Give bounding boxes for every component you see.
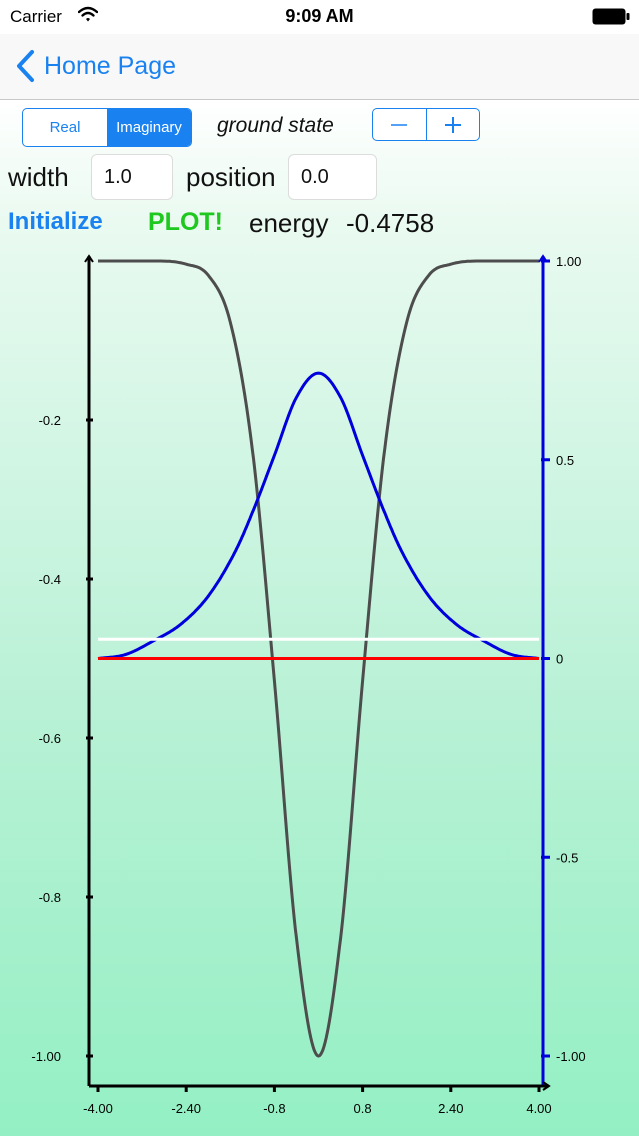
segment-real[interactable]: Real xyxy=(23,109,107,146)
plus-icon xyxy=(444,116,461,133)
left-tick-label-4: -1.00 xyxy=(31,1049,61,1064)
right-tick-label-1: 0.5 xyxy=(556,453,574,468)
x-tick-label-3: 0.8 xyxy=(354,1101,372,1116)
x-tick-label-0: -4.00 xyxy=(83,1101,113,1116)
x-tick-label-5: 4.00 xyxy=(526,1101,551,1116)
position-label: position xyxy=(186,162,276,192)
navigation-bar: Home Page xyxy=(0,34,639,100)
right-tick-label-2: 0 xyxy=(556,652,563,667)
right-tick-label-3: -0.5 xyxy=(556,850,578,865)
left-tick-label-3: -0.8 xyxy=(39,890,61,905)
energy-value: -0.4758 xyxy=(346,208,435,238)
wavefunction-chart: -0.2 -0.4 -0.6 -0.8 -1.00 1.00 0.5 0 -0.5 -1.00 -4… xyxy=(31,254,586,1116)
clock-time: 9:09 AM xyxy=(285,6,354,26)
right-tick-label-4: -1.00 xyxy=(556,1049,586,1064)
decrement-button[interactable] xyxy=(373,109,426,140)
status-bar: Carrier 9:09 AM xyxy=(0,0,639,34)
back-button[interactable]: Home Page xyxy=(14,48,176,84)
x-tick-label-2: -0.8 xyxy=(263,1101,285,1116)
minus-icon xyxy=(391,123,408,126)
left-tick-label-0: -0.2 xyxy=(39,413,61,428)
real-imaginary-segmented-control: Real Imaginary xyxy=(22,108,192,147)
x-tick-label-1: -2.40 xyxy=(171,1101,201,1116)
width-label: width xyxy=(8,162,69,192)
state-label: ground state xyxy=(217,114,334,137)
chevron-left-icon xyxy=(17,50,34,82)
energy-label: energy xyxy=(249,208,329,238)
initialize-button[interactable]: Initialize xyxy=(8,208,103,236)
width-field[interactable] xyxy=(91,154,173,200)
plot-button[interactable]: PLOT! xyxy=(148,208,223,237)
segment-imaginary[interactable]: Imaginary xyxy=(107,109,191,146)
right-tick-label-0: 1.00 xyxy=(556,254,581,269)
battery-icon xyxy=(592,8,630,25)
position-field[interactable] xyxy=(288,154,377,200)
state-stepper xyxy=(372,108,480,141)
left-tick-label-1: -0.4 xyxy=(39,572,61,587)
increment-button[interactable] xyxy=(425,109,480,140)
series-line-1 xyxy=(97,371,540,660)
back-button-label: Home Page xyxy=(44,51,177,80)
x-tick-label-4: 2.40 xyxy=(438,1101,463,1116)
left-tick-label-2: -0.6 xyxy=(39,731,61,746)
